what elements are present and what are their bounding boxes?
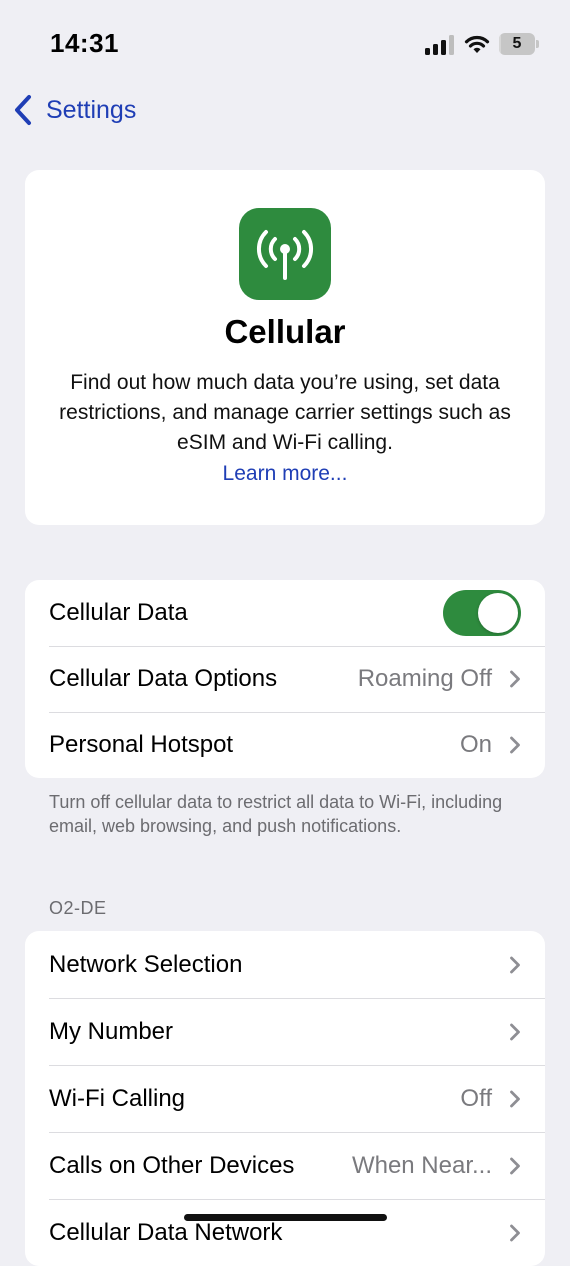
- row-label: Network Selection: [49, 950, 243, 978]
- chevron-left-icon: [15, 95, 31, 125]
- row-label: Cellular Data Network: [49, 1218, 283, 1246]
- personal-hotspot-row[interactable]: Personal Hotspot On: [25, 712, 545, 778]
- chevron-right-icon: [510, 670, 520, 688]
- status-bar: 14:31 5: [0, 0, 570, 90]
- cellular-data-group: Cellular Data Cellular Data Options Roam…: [25, 580, 545, 778]
- chevron-right-icon: [510, 736, 520, 754]
- row-value: On: [459, 731, 492, 758]
- row-label: Cellular Data Options: [49, 665, 278, 692]
- back-label: Settings: [46, 95, 137, 124]
- battery-icon: 5: [499, 33, 539, 55]
- chevron-right-icon: [510, 1090, 520, 1107]
- battery-level: 5: [512, 35, 522, 52]
- chevron-right-icon: [510, 956, 520, 973]
- row-value: Roaming Off: [357, 665, 492, 692]
- carrier-section-header: O2-DE: [49, 898, 107, 918]
- my-number-row[interactable]: My Number: [25, 998, 545, 1065]
- row-value: When Near...: [351, 1151, 492, 1179]
- wifi-calling-row[interactable]: Wi-Fi Calling Off: [25, 1065, 545, 1132]
- status-time: 14:31: [50, 28, 119, 58]
- cellular-data-network-row[interactable]: Cellular Data Network: [25, 1199, 545, 1266]
- cellular-data-footnote: Turn off cellular data to restrict all d…: [49, 792, 503, 836]
- row-label: Personal Hotspot: [49, 731, 234, 758]
- learn-more-link[interactable]: Learn more...: [25, 459, 545, 489]
- cellular-info-card: Cellular Find out how much data you’re u…: [25, 170, 545, 525]
- cellular-description: Find out how much data you’re using, set…: [59, 371, 511, 454]
- row-label: Wi-Fi Calling: [49, 1084, 186, 1112]
- chevron-right-icon: [510, 1157, 520, 1174]
- page-title: Cellular: [224, 313, 346, 350]
- row-label: My Number: [49, 1017, 174, 1045]
- cellular-signal-icon: [425, 35, 457, 55]
- cellular-data-options-row[interactable]: Cellular Data Options Roaming Off: [25, 646, 545, 712]
- chevron-right-icon: [510, 1224, 520, 1241]
- row-value: Off: [460, 1084, 492, 1112]
- toggle-knob: [478, 593, 518, 633]
- calls-on-other-devices-row[interactable]: Calls on Other Devices When Near...: [25, 1132, 545, 1199]
- row-label: Calls on Other Devices: [49, 1151, 295, 1179]
- back-button[interactable]: Settings: [12, 92, 136, 128]
- wifi-icon: [463, 33, 491, 60]
- network-selection-row[interactable]: Network Selection: [25, 931, 545, 998]
- cellular-antenna-icon: [239, 208, 331, 300]
- chevron-right-icon: [510, 1023, 520, 1040]
- row-label: Cellular Data: [49, 599, 188, 626]
- home-indicator[interactable]: [184, 1214, 387, 1221]
- cellular-data-row: Cellular Data: [25, 580, 545, 646]
- cellular-data-toggle[interactable]: [443, 590, 521, 636]
